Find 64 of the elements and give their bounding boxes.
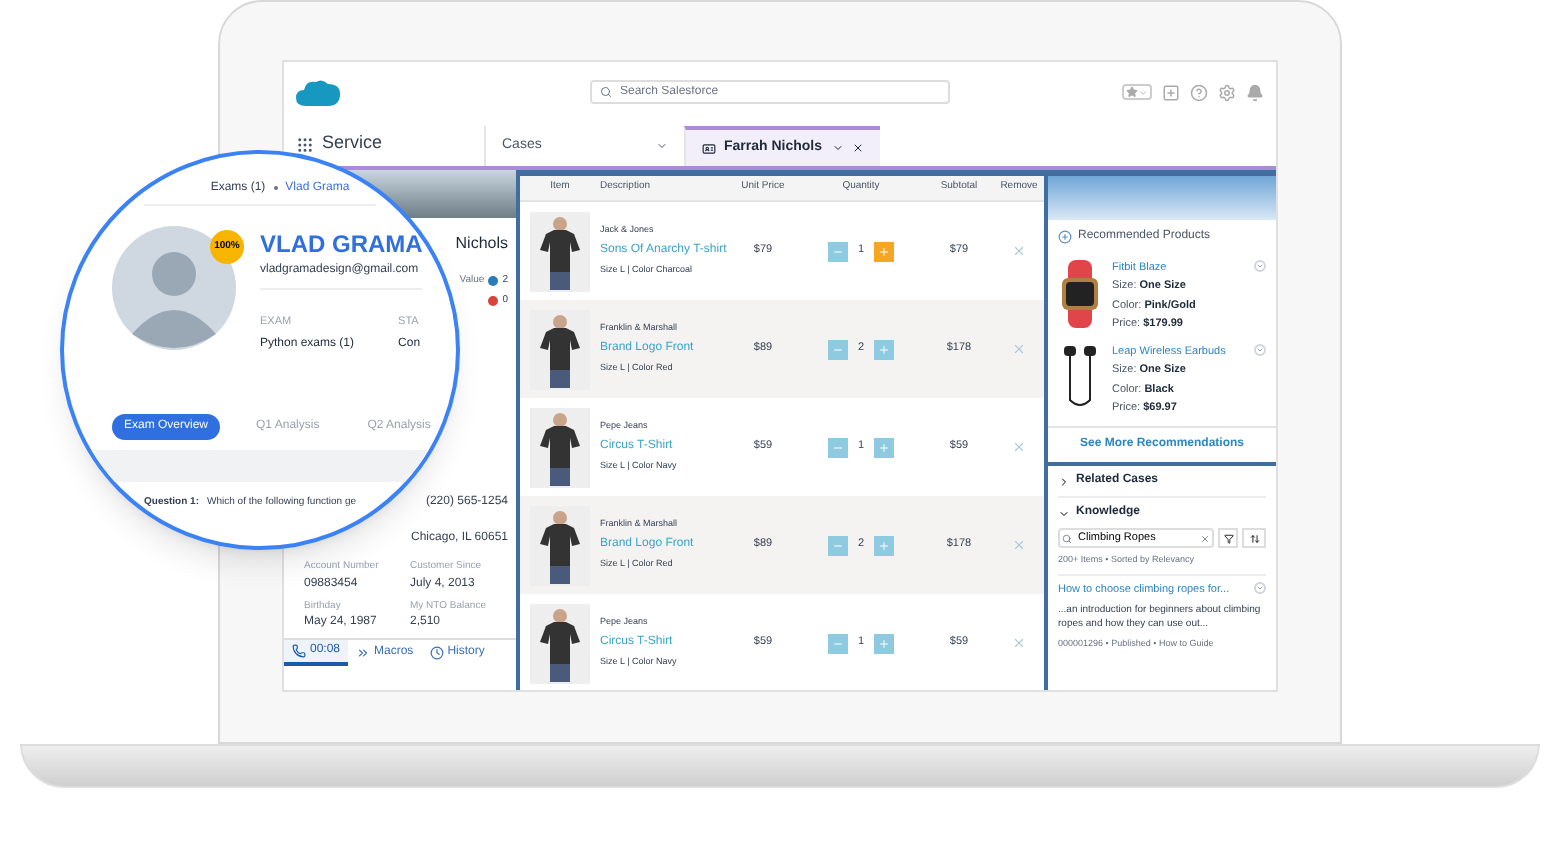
app-launcher-icon[interactable] — [296, 135, 314, 153]
close-icon[interactable] — [852, 142, 864, 154]
remove-icon[interactable] — [1012, 636, 1026, 650]
plus-icon — [878, 539, 891, 551]
plus-icon — [878, 245, 891, 257]
caret-icon[interactable] — [656, 140, 668, 152]
cloud-logo — [296, 77, 340, 107]
watch-photo — [1058, 260, 1102, 328]
search-icon — [1062, 533, 1072, 543]
tshirt-photo — [530, 407, 590, 487]
help-icon[interactable] — [1190, 83, 1208, 101]
tshirt-photo — [530, 603, 590, 683]
decrease-button[interactable] — [827, 633, 848, 653]
decrease-button[interactable] — [827, 535, 848, 555]
filter-button[interactable] — [1218, 528, 1238, 548]
decrease-button[interactable] — [827, 339, 848, 359]
plus-icon — [878, 343, 891, 355]
favorites-button[interactable] — [1122, 84, 1152, 100]
plus-icon — [878, 441, 891, 453]
sort-icon — [1249, 533, 1259, 543]
plus-icon — [878, 637, 891, 649]
chevron-icon — [1058, 475, 1070, 487]
increase-button[interactable] — [874, 535, 895, 555]
settings-icon[interactable] — [1218, 83, 1236, 101]
tshirt-photo — [530, 505, 590, 585]
double-chevron-icon — [356, 646, 371, 660]
minus-icon — [831, 539, 844, 551]
increase-button[interactable] — [874, 437, 895, 457]
increase-button[interactable] — [874, 339, 895, 359]
increase-button[interactable] — [874, 241, 895, 261]
increase-button[interactable] — [874, 633, 895, 653]
menu-caret-icon[interactable] — [1254, 581, 1266, 594]
tshirt-photo — [530, 309, 590, 389]
remove-icon[interactable] — [1012, 244, 1026, 258]
earbuds-photo — [1058, 344, 1102, 412]
plus-circle-icon — [1058, 230, 1072, 244]
caret-icon[interactable] — [832, 142, 844, 154]
decrease-button[interactable] — [827, 241, 848, 261]
minus-icon — [831, 245, 844, 257]
minus-icon — [831, 637, 844, 649]
sort-button[interactable] — [1242, 528, 1266, 548]
minus-icon — [831, 441, 844, 453]
minus-icon — [831, 343, 844, 355]
app-name: Service — [322, 130, 383, 157]
bell-icon[interactable] — [1246, 83, 1264, 101]
remove-icon[interactable] — [1012, 440, 1026, 454]
add-icon[interactable] — [1162, 83, 1180, 101]
star-icon — [1126, 86, 1138, 98]
chevron-icon — [1058, 507, 1070, 519]
decrease-button[interactable] — [827, 437, 848, 457]
phone-icon — [292, 644, 306, 658]
filter-icon — [1223, 533, 1233, 543]
tshirt-photo — [530, 211, 590, 291]
student-name: VLAD GRAMA — [260, 228, 423, 262]
menu-caret-icon[interactable] — [1254, 344, 1266, 356]
clock-icon — [429, 646, 444, 660]
search-icon — [600, 86, 612, 98]
contact-name: Nichols — [455, 232, 508, 256]
avatar-silhouette — [112, 226, 236, 350]
menu-caret-icon[interactable] — [1254, 260, 1266, 272]
caret-icon — [1138, 87, 1148, 97]
remove-icon[interactable] — [1012, 342, 1026, 356]
contact-card-icon — [702, 141, 716, 155]
remove-icon[interactable] — [1012, 538, 1026, 552]
